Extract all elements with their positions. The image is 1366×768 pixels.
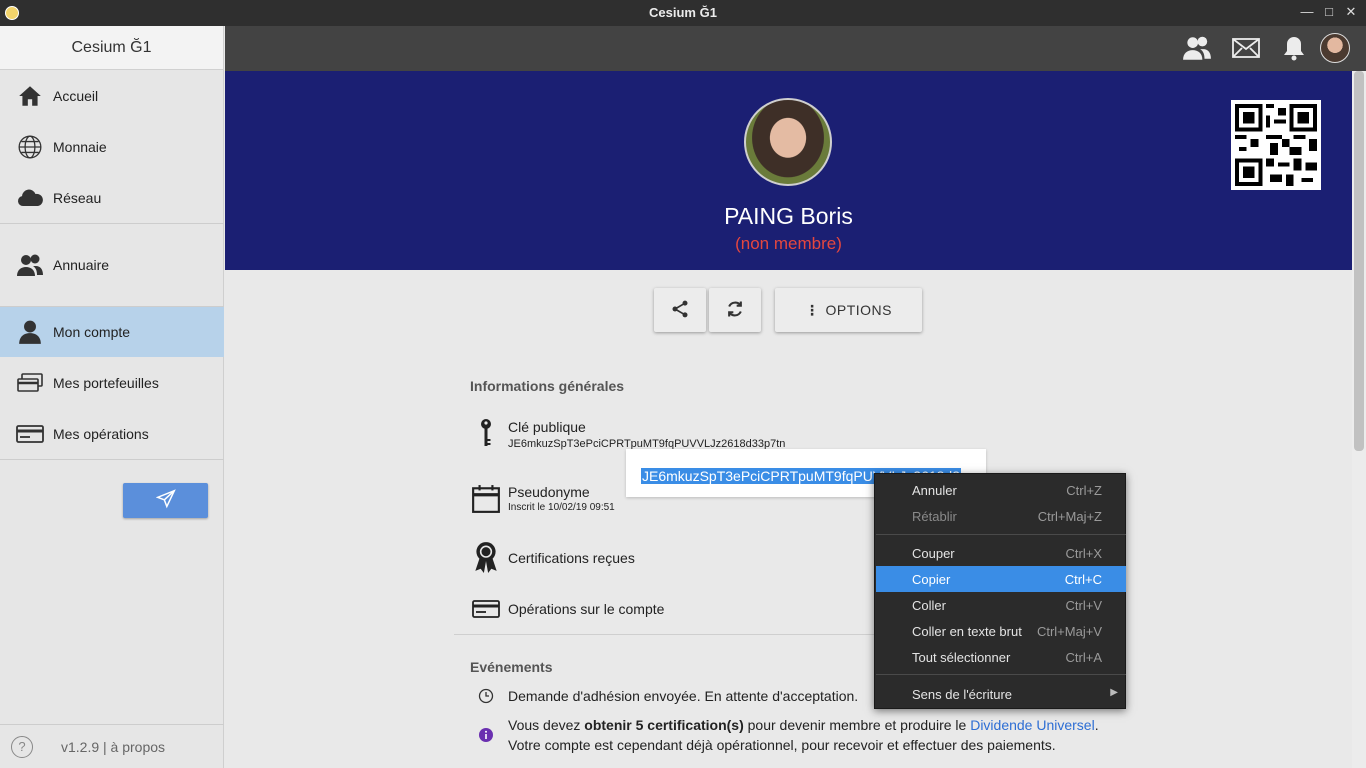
user-avatar[interactable] xyxy=(1320,33,1350,63)
share-button[interactable] xyxy=(654,288,706,332)
sidebar-item-label: Annuaire xyxy=(53,257,110,273)
send-payment-button[interactable] xyxy=(123,483,208,518)
sidebar-footer: ? v1.2.9 | à propos xyxy=(0,724,224,768)
paper-plane-icon xyxy=(155,489,176,512)
sidebar-divider xyxy=(0,223,224,224)
sidebar-title: Cesium Ğ1 xyxy=(0,26,223,70)
sidebar-item-annuaire[interactable]: Annuaire xyxy=(0,240,224,290)
top-app-bar xyxy=(225,26,1366,71)
membership-status: (non membre) xyxy=(735,234,842,253)
clock-icon xyxy=(471,681,501,711)
sidebar-item-label: Accueil xyxy=(53,88,99,104)
certification-badge-icon xyxy=(471,542,501,573)
contacts-icon[interactable] xyxy=(1182,33,1212,63)
window-titlebar: Cesium Ğ1 — □ ✕ xyxy=(0,0,1366,26)
public-key-label: Clé publique xyxy=(508,419,586,435)
context-menu-writing-direction[interactable]: Sens de l'écriture ▶ xyxy=(876,681,1126,707)
help-icon[interactable]: ? xyxy=(11,735,33,758)
sidebar-item-label: Mes opérations xyxy=(53,426,149,442)
account-operational-event: Votre compte est cependant déjà opératio… xyxy=(508,737,1056,753)
sidebar-item-reseau[interactable]: Réseau xyxy=(0,173,224,223)
pseudonym-label: Pseudonyme xyxy=(508,484,590,500)
wallets-icon xyxy=(16,369,44,397)
section-divider xyxy=(454,634,898,635)
context-menu-undo[interactable]: Annuler Ctrl+Z xyxy=(876,477,1126,503)
context-menu-redo[interactable]: Rétablir Ctrl+Maj+Z xyxy=(876,503,1126,529)
more-vertical-icon: ⋮ xyxy=(804,301,820,318)
users-icon xyxy=(16,251,44,279)
minimize-icon[interactable]: — xyxy=(1299,4,1315,20)
refresh-button[interactable] xyxy=(709,288,761,332)
key-icon xyxy=(471,418,501,448)
maximize-icon[interactable]: □ xyxy=(1321,4,1337,20)
sidebar: Cesium Ğ1 Accueil Monnaie Réseau Annuair… xyxy=(0,26,224,768)
context-menu-select-all[interactable]: Tout sélectionner Ctrl+A xyxy=(876,644,1126,670)
profile-header: PAING Boris (non membre) xyxy=(225,71,1352,270)
calendar-icon xyxy=(471,484,501,514)
sidebar-item-label: Mon compte xyxy=(53,324,131,340)
sidebar-item-mes-portefeuilles[interactable]: Mes portefeuilles xyxy=(0,358,224,408)
account-operations-link[interactable]: Opérations sur le compte xyxy=(508,601,664,617)
notifications-bell-icon[interactable] xyxy=(1279,33,1309,63)
context-menu-separator xyxy=(876,674,1126,675)
sidebar-item-mes-operations[interactable]: Mes opérations xyxy=(0,409,224,459)
sidebar-item-monnaie[interactable]: Monnaie xyxy=(0,122,224,172)
qr-code-icon[interactable] xyxy=(1231,100,1321,190)
scrollbar[interactable] xyxy=(1352,71,1366,768)
sidebar-item-accueil[interactable]: Accueil xyxy=(0,71,224,121)
share-icon xyxy=(670,299,690,322)
events-title: Evénements xyxy=(470,659,553,675)
membership-request-event: Demande d'adhésion envoyée. En attente d… xyxy=(508,688,859,704)
sidebar-divider xyxy=(0,459,224,460)
universal-dividend-link[interactable]: Dividende Universel xyxy=(970,717,1095,733)
context-menu: Annuler Ctrl+Z Rétablir Ctrl+Maj+Z Coupe… xyxy=(874,473,1126,709)
globe-icon xyxy=(16,133,44,161)
sidebar-item-mon-compte[interactable]: Mon compte xyxy=(0,307,224,357)
profile-avatar xyxy=(744,98,832,186)
registration-date: Inscrit le 10/02/19 09:51 xyxy=(508,502,615,513)
refresh-icon xyxy=(725,299,745,322)
context-menu-paste-plain[interactable]: Coller en texte brut Ctrl+Maj+V xyxy=(876,618,1126,644)
context-menu-cut[interactable]: Couper Ctrl+X xyxy=(876,540,1126,566)
home-icon xyxy=(16,82,44,110)
options-label: OPTIONS xyxy=(825,302,892,318)
close-icon[interactable]: ✕ xyxy=(1343,4,1359,20)
general-info-title: Informations générales xyxy=(470,378,625,394)
user-icon xyxy=(16,318,44,346)
options-button[interactable]: ⋮ OPTIONS xyxy=(775,288,922,332)
card-icon xyxy=(16,420,44,448)
context-menu-paste[interactable]: Coller Ctrl+V xyxy=(876,592,1126,618)
context-menu-copy[interactable]: Copier Ctrl+C xyxy=(876,566,1126,592)
version-about-link[interactable]: v1.2.9 | à propos xyxy=(61,739,165,755)
certifications-needed-event: Vous devez obtenir 5 certification(s) po… xyxy=(508,717,1099,733)
scrollbar-thumb[interactable] xyxy=(1354,71,1364,451)
sidebar-item-label: Mes portefeuilles xyxy=(53,375,159,391)
certifications-received-link[interactable]: Certifications reçues xyxy=(508,550,635,566)
window-title: Cesium Ğ1 xyxy=(649,5,717,20)
profile-name: PAING Boris xyxy=(724,203,853,229)
submenu-arrow-icon: ▶ xyxy=(1110,687,1118,698)
info-icon xyxy=(471,720,501,750)
context-menu-separator xyxy=(876,534,1126,535)
card-icon xyxy=(471,594,501,624)
messages-icon[interactable] xyxy=(1231,33,1261,63)
sidebar-item-label: Monnaie xyxy=(53,139,107,155)
cloud-icon xyxy=(16,184,44,212)
sidebar-item-label: Réseau xyxy=(53,190,102,206)
